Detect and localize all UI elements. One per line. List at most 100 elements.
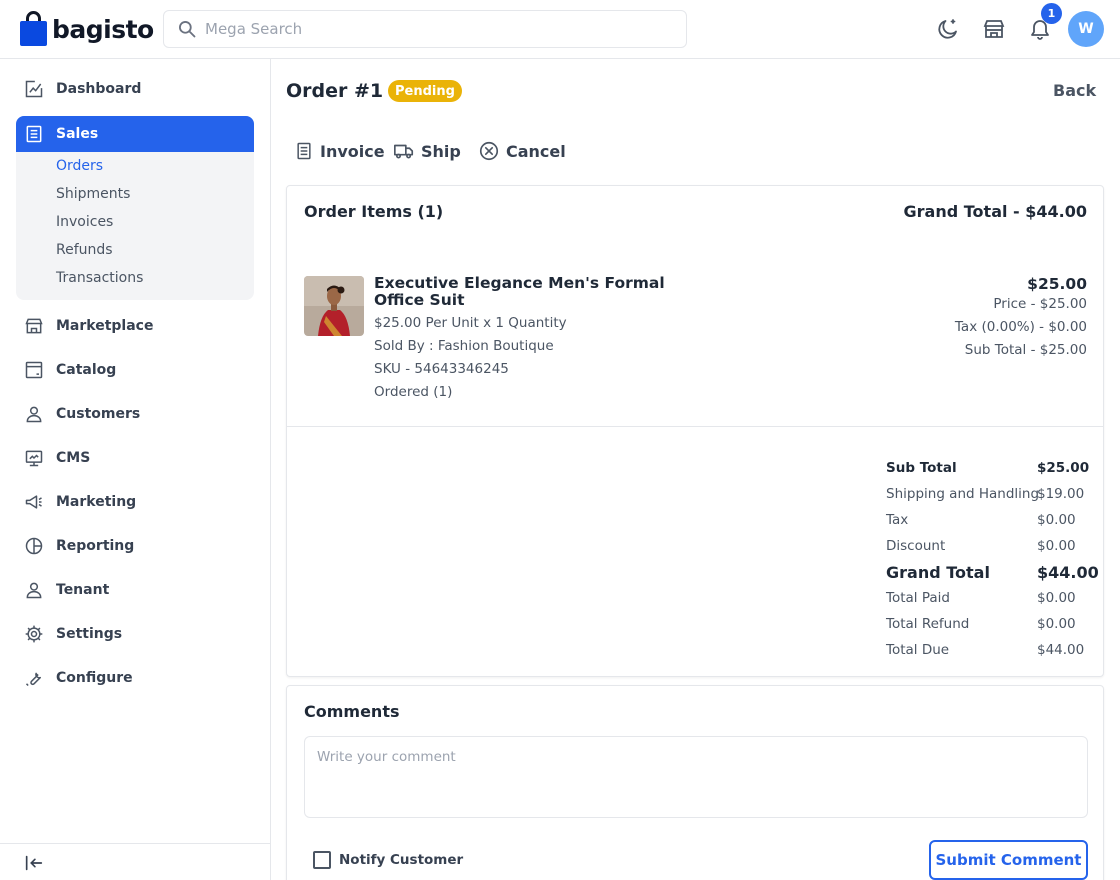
summary-label: Tax xyxy=(886,512,909,528)
sidebar-item-label: Catalog xyxy=(56,362,117,378)
notify-customer[interactable]: Notify Customer xyxy=(313,851,463,869)
sidebar-item-label: Customers xyxy=(56,406,141,422)
summary-value: $0.00 xyxy=(1037,512,1076,528)
summary-value: $0.00 xyxy=(1037,616,1076,632)
sidebar-subitem-orders[interactable]: Orders xyxy=(56,158,103,174)
sidebar-item-catalog[interactable]: Catalog xyxy=(16,352,254,388)
submit-comment-button[interactable]: Submit Comment xyxy=(929,840,1088,880)
cancel-label: Cancel xyxy=(506,141,566,161)
sales-submenu: Orders Shipments Invoices Refunds Transa… xyxy=(16,152,254,300)
marketplace-icon xyxy=(23,315,45,337)
logo[interactable]: bagisto xyxy=(20,11,154,47)
top-bar: bagisto 1 W xyxy=(0,0,1120,59)
product-sku: SKU - 54643346245 xyxy=(374,361,509,377)
product-total: $25.00 xyxy=(1027,275,1087,293)
ship-label: Ship xyxy=(421,141,461,161)
sidebar-collapse-bar xyxy=(0,843,270,880)
sidebar-item-label: Marketplace xyxy=(56,318,154,334)
invoice-button[interactable]: Invoice xyxy=(294,140,385,162)
sidebar-item-label: CMS xyxy=(56,450,91,466)
sidebar-item-label: Configure xyxy=(56,670,133,686)
divider xyxy=(287,426,1103,427)
sidebar-subitem-shipments[interactable]: Shipments xyxy=(56,186,130,202)
sidebar-item-label: Tenant xyxy=(56,582,110,598)
order-items-card: Order Items (1) Grand Total - $44.00 Exe… xyxy=(286,185,1104,677)
sidebar-item-tenant[interactable]: Tenant xyxy=(16,572,254,608)
avatar[interactable]: W xyxy=(1068,11,1104,47)
notification-badge: 1 xyxy=(1041,3,1062,24)
dashboard-icon xyxy=(23,78,45,100)
product-tax: Tax (0.00%) - $0.00 xyxy=(954,319,1087,335)
truck-icon xyxy=(394,144,414,159)
summary-value: $0.00 xyxy=(1037,590,1076,606)
sidebar-item-marketplace[interactable]: Marketplace xyxy=(16,308,254,344)
grand-total-heading: Grand Total - $44.00 xyxy=(903,202,1087,221)
sidebar-subitem-transactions[interactable]: Transactions xyxy=(56,270,143,286)
cancel-icon xyxy=(479,141,499,161)
sidebar-item-settings[interactable]: Settings xyxy=(16,616,254,652)
summary-value: $19.00 xyxy=(1037,486,1085,502)
product-price: Price - $25.00 xyxy=(993,296,1087,312)
summary-value: $44.00 xyxy=(1037,563,1099,582)
settings-icon xyxy=(23,623,45,645)
sidebar-item-configure[interactable]: Configure xyxy=(16,660,254,696)
product-ordered: Ordered (1) xyxy=(374,384,453,400)
summary-label: Grand Total xyxy=(886,563,990,582)
product-sold-by: Sold By : Fashion Boutique xyxy=(374,338,554,354)
search-icon xyxy=(179,21,196,38)
sidebar-item-label: Settings xyxy=(56,626,123,642)
sidebar: Dashboard Sales Orders Shipments Invoice… xyxy=(0,59,271,880)
dark-mode-toggle[interactable] xyxy=(936,17,960,41)
summary-value: $44.00 xyxy=(1037,642,1085,658)
sidebar-subitem-invoices[interactable]: Invoices xyxy=(56,214,113,230)
sidebar-item-label: Sales xyxy=(56,126,99,142)
sidebar-subitem-refunds[interactable]: Refunds xyxy=(56,242,113,258)
summary-label: Total Refund xyxy=(886,616,970,632)
summary-label: Shipping and Handling xyxy=(886,486,1040,502)
configure-icon xyxy=(23,667,45,689)
back-link[interactable]: Back xyxy=(1053,81,1096,100)
search-input[interactable] xyxy=(205,20,665,38)
notify-customer-label: Notify Customer xyxy=(339,852,464,868)
logo-text: bagisto xyxy=(52,14,154,44)
reporting-icon xyxy=(23,535,45,557)
summary-label: Sub Total xyxy=(886,460,957,476)
sidebar-item-dashboard[interactable]: Dashboard xyxy=(16,71,254,107)
sidebar-item-customers[interactable]: Customers xyxy=(16,396,254,432)
store-icon xyxy=(983,20,1005,38)
page-title: Order #1 xyxy=(286,80,384,102)
collapse-sidebar-icon[interactable] xyxy=(23,852,45,878)
bag-logo-icon xyxy=(20,11,47,47)
summary-label: Total Due xyxy=(886,642,950,658)
sidebar-item-label: Reporting xyxy=(56,538,135,554)
summary-label: Total Paid xyxy=(886,590,950,606)
sidebar-item-label: Marketing xyxy=(56,494,137,510)
sidebar-item-label: Dashboard xyxy=(56,81,142,97)
sidebar-item-reporting[interactable]: Reporting xyxy=(16,528,254,564)
summary-label: Discount xyxy=(886,538,946,554)
sidebar-item-sales[interactable]: Sales xyxy=(16,116,254,152)
catalog-icon xyxy=(23,359,45,381)
order-items-heading: Order Items (1) xyxy=(304,202,444,221)
product-image xyxy=(304,276,364,336)
comment-input[interactable] xyxy=(304,736,1088,818)
product-unit-line: $25.00 Per Unit x 1 Quantity xyxy=(374,315,567,331)
invoice-icon xyxy=(297,142,311,160)
cancel-button[interactable]: Cancel xyxy=(478,140,566,162)
product-name[interactable]: Executive Elegance Men's Formal Office S… xyxy=(374,275,694,309)
marketing-icon xyxy=(23,491,45,513)
notify-customer-checkbox[interactable] xyxy=(313,851,331,869)
sidebar-item-cms[interactable]: CMS xyxy=(16,440,254,476)
storefront-link[interactable] xyxy=(982,17,1006,41)
cms-icon xyxy=(23,447,45,469)
product-subtotal: Sub Total - $25.00 xyxy=(964,342,1087,358)
sidebar-item-marketing[interactable]: Marketing xyxy=(16,484,254,520)
sales-icon xyxy=(23,123,45,145)
tenant-icon xyxy=(23,579,45,601)
mega-search[interactable] xyxy=(163,10,687,48)
dark-mode-icon xyxy=(938,19,957,39)
status-badge: Pending xyxy=(388,80,462,102)
customers-icon xyxy=(23,403,45,425)
summary-value: $25.00 xyxy=(1037,460,1090,476)
ship-button[interactable]: Ship xyxy=(393,140,461,162)
